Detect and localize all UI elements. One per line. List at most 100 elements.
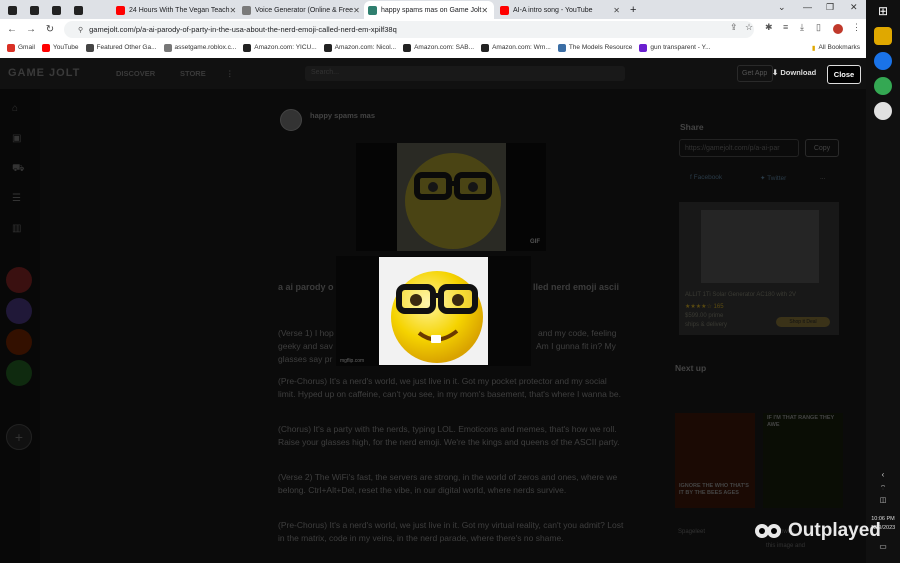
- facebook-share[interactable]: f Facebook: [690, 174, 722, 181]
- ad-rating: ★★★★☆ 165: [685, 304, 724, 310]
- ad-shop-button[interactable]: Shop it Deal: [776, 317, 830, 327]
- stats-icon[interactable]: ▥: [12, 223, 26, 235]
- os-taskbar: ⊞ ‹ ⌔ ◫ 10:06 PM 12/9/2023 ▭: [866, 0, 900, 563]
- left-sidebar: ⌂ ▣ ⛟ ☰ ▥ +: [0, 89, 40, 563]
- next-up-thumb-2[interactable]: IF I'M THAT RANGE THEY AWE: [763, 413, 843, 508]
- file-explorer-icon[interactable]: [874, 27, 892, 45]
- chrome-icon[interactable]: [874, 52, 892, 70]
- author-avatar[interactable]: [280, 109, 302, 131]
- youtube-icon: [41, 43, 50, 52]
- bookmark-featured[interactable]: Featured Other Ga...: [85, 43, 157, 52]
- minimize-icon[interactable]: —: [803, 2, 812, 12]
- menu-icon[interactable]: ⋮: [852, 22, 861, 33]
- post-image[interactable]: GIF: [356, 143, 546, 251]
- discord-icon[interactable]: [874, 102, 892, 120]
- download-button[interactable]: ⬇ Download: [772, 68, 816, 77]
- next-up-heading: Next up: [675, 363, 707, 373]
- outplayed-watermark: Outplayed: [754, 518, 881, 544]
- bookmark-youtube[interactable]: YouTube: [41, 43, 79, 52]
- screen: 24 Hours With The Vegan Teach ✕ Voice Gen…: [0, 0, 900, 563]
- more-share-button[interactable]: ...: [820, 174, 825, 181]
- bookmark-assetgame[interactable]: assetgame.roblox.c...: [163, 43, 236, 52]
- chat-icon[interactable]: ☰: [12, 193, 26, 205]
- ad-shipping: ships & delivery: [685, 322, 728, 328]
- bookmark-amazon-2[interactable]: Amazon.com: Nicol...: [323, 43, 396, 52]
- bookmark-models-resource[interactable]: The Models Resource: [557, 43, 632, 52]
- share-icon[interactable]: ⇪: [730, 22, 738, 33]
- community-avatar[interactable]: [6, 329, 32, 355]
- youtube-icon: [116, 5, 125, 15]
- tab-youtube-vegan[interactable]: 24 Hours With The Vegan Teach ✕: [112, 1, 236, 19]
- outplayed-logo-icon: [755, 524, 781, 538]
- tab-voice-generator[interactable]: Voice Generator (Online & Free ✕: [238, 1, 362, 19]
- close-icon[interactable]: ✕: [613, 6, 620, 15]
- post-title-right: lled nerd emoji ascii: [533, 282, 620, 292]
- more-icon[interactable]: ⋮: [226, 69, 234, 78]
- bookmark-amazon-4[interactable]: Amazon.com: Wrn...: [481, 43, 551, 52]
- windows-start-icon[interactable]: ⊞: [874, 4, 892, 22]
- close-icon[interactable]: ✕: [353, 6, 360, 15]
- address-bar[interactable]: ⚲ gamejolt.com/p/a-ai-parody-of-party-in…: [64, 21, 754, 38]
- tab-youtube-intro[interactable]: AI-A intro song - YouTube ✕: [496, 1, 626, 19]
- all-bookmarks[interactable]: ▮ All Bookmarks: [812, 44, 860, 52]
- star-icon[interactable]: ☆: [745, 22, 753, 33]
- bookmark-gun-transparent[interactable]: gun transparent - Y...: [639, 43, 711, 52]
- nav-discover[interactable]: DISCOVER: [116, 69, 155, 78]
- next-up-thumb-1[interactable]: IGNORE THE WHO THAT'S IT BY THE BEES AGE…: [675, 413, 755, 508]
- page-icon: [163, 43, 172, 52]
- home-icon[interactable]: ⌂: [12, 103, 26, 115]
- maximize-icon[interactable]: ❐: [826, 2, 834, 13]
- tab-amazon-2[interactable]: [26, 1, 47, 19]
- download-icon[interactable]: ⤓: [800, 22, 804, 33]
- lightbox-nerd-emoji: [379, 257, 488, 365]
- media-icon[interactable]: ≡: [783, 22, 788, 32]
- verse-2: (Verse 2) The WiFi's fast, the servers a…: [278, 472, 618, 495]
- nav-store[interactable]: STORE: [180, 69, 206, 78]
- reload-icon[interactable]: ↻: [43, 24, 57, 35]
- profile-avatar-icon[interactable]: [833, 24, 843, 34]
- twitter-share[interactable]: ✦ Twitter: [760, 174, 786, 182]
- window-close-icon[interactable]: ✕: [850, 2, 858, 13]
- side-panel-icon[interactable]: ▯: [816, 22, 821, 33]
- tab-amazon-4[interactable]: [70, 1, 91, 19]
- back-arrow-icon[interactable]: ←: [5, 24, 19, 35]
- right-panel: Share https://gamejolt.com/p/a-ai-par Co…: [674, 89, 849, 563]
- chevron-down-icon[interactable]: ⌄: [778, 2, 786, 13]
- close-icon[interactable]: ✕: [481, 6, 488, 15]
- advertisement[interactable]: ALLIT 1Ti Solar Generator AC180 with 2V …: [679, 202, 839, 335]
- image-lightbox[interactable]: mgflip.com: [336, 256, 531, 366]
- chrome-icon[interactable]: [874, 77, 892, 95]
- tab-amazon-1[interactable]: [4, 1, 25, 19]
- chevron-left-icon[interactable]: ‹: [874, 470, 892, 480]
- bookmark-gmail[interactable]: Gmail: [7, 43, 35, 52]
- wifi-icon[interactable]: ⌔: [874, 484, 892, 494]
- game-jolt-logo[interactable]: GAME JOLT: [8, 67, 80, 79]
- extensions-icon[interactable]: ✱: [765, 22, 773, 33]
- share-url-field[interactable]: https://gamejolt.com/p/a-ai-par: [679, 139, 799, 157]
- tab-game-jolt[interactable]: happy spams mas on Game Jolt ✕: [364, 1, 494, 19]
- tab-amazon-3[interactable]: [48, 1, 69, 19]
- bookmark-amazon-3[interactable]: Amazon.com: SAB...: [403, 43, 474, 52]
- community-avatar[interactable]: [6, 298, 32, 324]
- thumb-author[interactable]: Spageleet: [678, 529, 705, 535]
- youtube-icon: [500, 5, 509, 15]
- community-avatar[interactable]: [6, 360, 32, 386]
- copy-button[interactable]: Copy: [805, 139, 839, 157]
- volume-icon[interactable]: ◫: [874, 496, 892, 506]
- search-input[interactable]: Search...: [305, 66, 625, 81]
- get-app-button[interactable]: Get App: [737, 65, 773, 82]
- site-info-icon[interactable]: ⚲: [78, 26, 83, 34]
- shop-icon[interactable]: ⛟: [12, 163, 26, 175]
- community-avatar[interactable]: [6, 267, 32, 293]
- amazon-icon: [481, 43, 490, 52]
- bookmark-amazon-1[interactable]: Amazon.com: YICU...: [243, 43, 317, 52]
- close-button[interactable]: Close: [827, 65, 861, 84]
- add-community-icon[interactable]: +: [6, 424, 32, 450]
- close-icon[interactable]: ✕: [230, 6, 236, 15]
- outplayed-text: Outplayed: [788, 520, 881, 541]
- author-name[interactable]: happy spams mas: [310, 111, 375, 120]
- library-icon[interactable]: ▣: [12, 133, 26, 145]
- new-tab-button[interactable]: +: [626, 1, 642, 19]
- ad-price: $599.00 prime: [685, 313, 724, 319]
- forward-arrow-icon[interactable]: →: [24, 24, 38, 35]
